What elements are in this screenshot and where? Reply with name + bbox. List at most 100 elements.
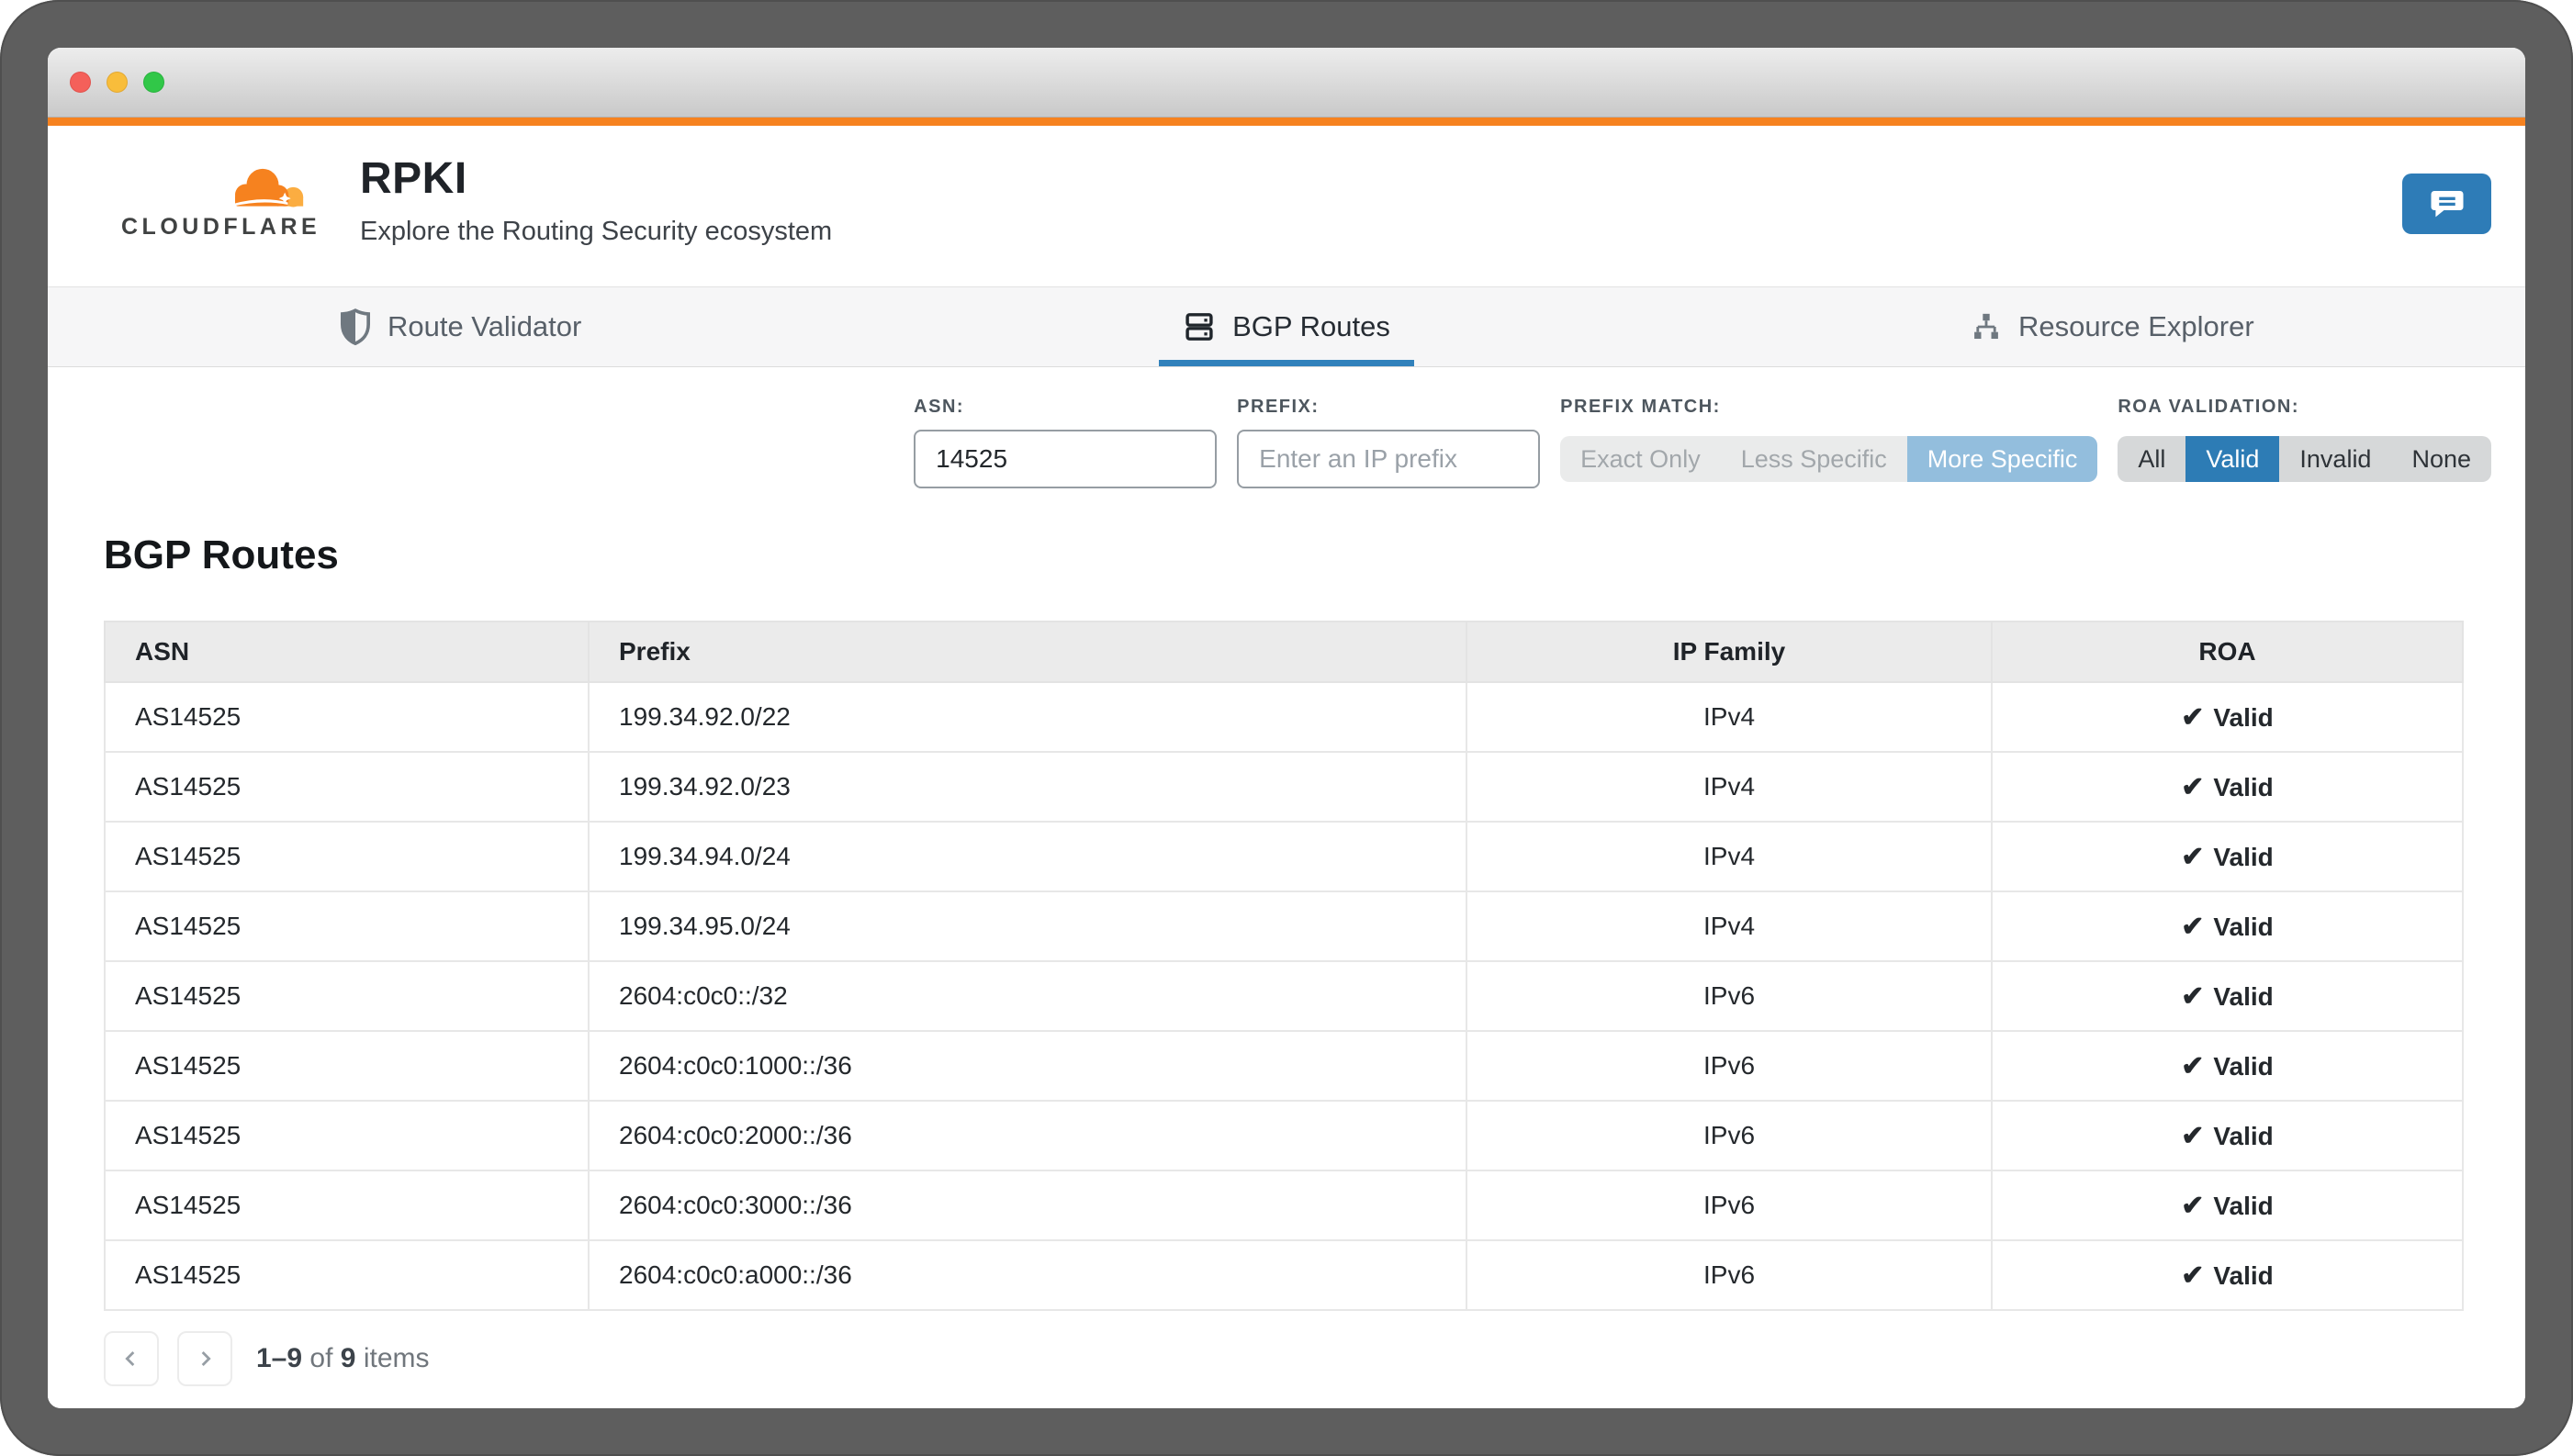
roa-validation-filter-label: ROA VALIDATION: (2118, 397, 2491, 418)
roa-status-label: Valid (2213, 913, 2273, 941)
chevron-left-icon (118, 1346, 144, 1372)
page-title: RPKI (360, 153, 832, 204)
asn-cell: AS14525 (105, 1101, 589, 1170)
table-row: AS14525 2604:c0c0:2000::/36 IPv6 ✔Valid (105, 1101, 2463, 1170)
tab-label: Route Validator (388, 310, 581, 343)
app-window: CLOUDFLARE RPKI Explore the Routing Secu… (48, 48, 2525, 1408)
roa-status-label: Valid (2213, 703, 2273, 732)
asn-cell: AS14525 (105, 961, 589, 1031)
asn-cell: AS14525 (105, 752, 589, 822)
prefix-match-option-exact-only[interactable]: Exact Only (1560, 436, 1721, 482)
chevron-right-icon (192, 1346, 218, 1372)
roa-status-label: Valid (2213, 1192, 2273, 1220)
table-row: AS14525 2604:c0c0:3000::/36 IPv6 ✔ Valid (105, 1170, 2463, 1240)
roa-option-all[interactable]: All (2118, 436, 2185, 482)
roa-option-invalid[interactable]: Invalid (2279, 436, 2391, 482)
roa-cell: ✔Valid (1992, 961, 2463, 1031)
ip-family-cell: IPv4 (1466, 822, 1992, 891)
roa-status-label: Valid (2213, 1122, 2273, 1150)
asn-cell: AS14525 (105, 682, 589, 752)
table-row: AS14525 2604:c0c0:1000::/36 IPv6 ✔Valid (105, 1031, 2463, 1101)
prefix-cell: 2604:c0c0:2000::/36 (589, 1101, 1466, 1170)
ip-family-cell: IPv4 (1466, 752, 1992, 822)
prefix-cell: 2604:c0c0:3000::/36 (589, 1170, 1466, 1240)
check-icon: ✔ (2181, 912, 2204, 942)
roa-cell: ✔ Valid (1992, 891, 2463, 961)
tab-bar: Route Validator BGP Rout (48, 286, 2525, 367)
shield-icon (340, 308, 371, 345)
roa-cell: ✔ Valid (1992, 682, 2463, 752)
ip-family-cell: IPv6 (1466, 1170, 1992, 1240)
prefix-filter-group: PREFIX: (1237, 397, 1540, 488)
roa-status-label: Valid (2213, 773, 2273, 801)
table-row: AS14525 199.34.95.0/24 IPv4 ✔Valid (105, 891, 2463, 961)
tab-route-validator[interactable]: Route Validator (316, 287, 605, 366)
previous-page-button[interactable] (104, 1331, 159, 1386)
ip-family-cell: IPv4 (1466, 682, 1992, 752)
prefix-filter-label: PREFIX: (1237, 397, 1540, 418)
prefix-cell: 199.34.95.0/24 (589, 891, 1466, 961)
ip-family-cell: IPv6 (1466, 961, 1992, 1031)
roa-cell: ✔Valid (1992, 1031, 2463, 1101)
prefix-cell: 199.34.94.0/24 (589, 822, 1466, 891)
check-icon: ✔ (2181, 702, 2204, 733)
tab-label: Resource Explorer (2018, 310, 2254, 343)
asn-cell: AS14525 (105, 822, 589, 891)
feedback-chat-button[interactable] (2402, 174, 2491, 234)
asn-cell: AS14525 (105, 1170, 589, 1240)
prefix-match-option-less-specific[interactable]: Less Specific (1721, 436, 1907, 482)
prefix-match-filter-label: PREFIX MATCH: (1560, 397, 2097, 418)
prefix-cell: 199.34.92.0/23 (589, 752, 1466, 822)
table-row: AS14525 199.34.94.0/24 IPv4 ✔Valid (105, 822, 2463, 891)
asn-input[interactable] (914, 430, 1217, 488)
ip-family-cell: IPv6 (1466, 1031, 1992, 1101)
next-page-button[interactable] (177, 1331, 232, 1386)
roa-cell: ✔ Valid (1992, 1240, 2463, 1310)
asn-filter-group: ASN: (914, 397, 1217, 488)
roa-status-label: Valid (2213, 1261, 2273, 1290)
ip-family-cell: IPv6 (1466, 1240, 1992, 1310)
tab-resource-explorer[interactable]: Resource Explorer (1947, 287, 2278, 366)
close-window-button[interactable] (70, 72, 91, 93)
ip-family-cell: IPv4 (1466, 891, 1992, 961)
prefix-cell: 199.34.92.0/22 (589, 682, 1466, 752)
ip-family-cell: IPv6 (1466, 1101, 1992, 1170)
prefix-cell: 2604:c0c0:a000::/36 (589, 1240, 1466, 1310)
cloudflare-logo: CLOUDFLARE (121, 163, 310, 241)
bgp-routes-table: ASN Prefix IP Family ROA AS14525 199.34.… (104, 621, 2464, 1311)
screenshot-canvas: CLOUDFLARE RPKI Explore the Routing Secu… (0, 0, 2573, 1456)
chat-icon (2428, 185, 2466, 223)
brand-accent-bar (48, 118, 2525, 126)
window-frame: CLOUDFLARE RPKI Explore the Routing Secu… (0, 0, 2573, 1456)
server-icon (1183, 310, 1216, 343)
roa-cell: ✔Valid (1992, 752, 2463, 822)
pagination-items: items (364, 1343, 430, 1373)
prefix-cell: 2604:c0c0::/32 (589, 961, 1466, 1031)
tab-bgp-routes[interactable]: BGP Routes (1159, 287, 1414, 366)
column-header-prefix: Prefix (589, 622, 1466, 682)
asn-cell: AS14525 (105, 1240, 589, 1310)
app-header: CLOUDFLARE RPKI Explore the Routing Secu… (48, 126, 2525, 286)
check-icon: ✔ (2181, 1260, 2204, 1291)
roa-status-label: Valid (2213, 843, 2273, 871)
prefix-input[interactable] (1237, 430, 1540, 488)
window-titlebar (48, 48, 2525, 118)
main-content: BGP Routes ASN Prefix IP Family ROA AS14… (48, 516, 2525, 1408)
pagination-total: 9 (341, 1343, 356, 1373)
roa-status-label: Valid (2213, 1052, 2273, 1081)
roa-option-valid[interactable]: Valid (2185, 436, 2279, 482)
check-icon: ✔ (2181, 1191, 2204, 1221)
check-icon: ✔ (2181, 981, 2204, 1012)
roa-cell: ✔ Valid (1992, 1170, 2463, 1240)
minimize-window-button[interactable] (107, 72, 128, 93)
roa-cell: ✔Valid (1992, 1101, 2463, 1170)
tab-label: BGP Routes (1232, 310, 1390, 343)
pagination-status: 1–9 of 9 items (256, 1343, 430, 1374)
column-header-asn: ASN (105, 622, 589, 682)
roa-cell: ✔Valid (1992, 822, 2463, 891)
zoom-window-button[interactable] (143, 72, 164, 93)
page-subtitle: Explore the Routing Security ecosystem (360, 217, 832, 247)
prefix-match-option-more-specific[interactable]: More Specific (1907, 436, 2098, 482)
roa-validation-filter-group: ROA VALIDATION: All Valid Invalid None (2118, 397, 2491, 482)
roa-option-none[interactable]: None (2391, 436, 2491, 482)
